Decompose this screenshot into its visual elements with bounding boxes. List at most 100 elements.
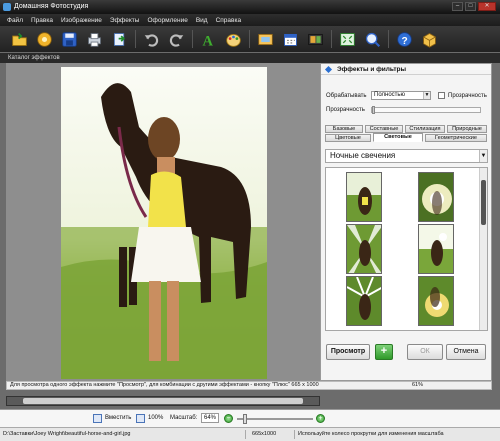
- tab-stylization[interactable]: Стилизация: [405, 125, 445, 133]
- add-effect-button[interactable]: +: [375, 344, 393, 360]
- effect-thumbnail[interactable]: [418, 172, 454, 222]
- status-percent: 61%: [412, 382, 424, 388]
- gallery-scrollbar[interactable]: [479, 168, 487, 330]
- effects-panel: Эффекты и фильтры Обрабатывать Полностью…: [320, 63, 492, 381]
- transparency-label: Прозрачность: [326, 107, 365, 113]
- effect-preview: [347, 277, 381, 325]
- chevron-down-icon: ▼: [479, 150, 487, 162]
- status-hint: Для просмотра одного эффекта нажмите "Пр…: [10, 382, 319, 388]
- undo-button[interactable]: [142, 30, 161, 49]
- text-icon: A: [203, 33, 214, 48]
- text-button[interactable]: A: [199, 30, 218, 49]
- fit-label[interactable]: Вместить: [105, 415, 131, 421]
- zoom-slider-thumb[interactable]: [243, 414, 248, 424]
- actual-size-label[interactable]: 100%: [148, 415, 163, 421]
- process-label: Обрабатывать: [326, 93, 367, 99]
- zoom-in-button[interactable]: +: [316, 414, 325, 423]
- ok-button[interactable]: ОК: [407, 344, 443, 360]
- save-button[interactable]: [60, 30, 79, 49]
- help-icon: ?: [397, 31, 412, 46]
- canvas-horizontal-scrollbar[interactable]: [6, 396, 320, 406]
- tab-natural[interactable]: Природные: [447, 125, 487, 133]
- export-icon: [113, 32, 125, 46]
- zoom-slider[interactable]: [237, 418, 313, 420]
- zoom-out-button[interactable]: −: [224, 414, 233, 423]
- effect-preview: [419, 225, 453, 273]
- cancel-button[interactable]: Отмена: [446, 344, 486, 360]
- calendar-button[interactable]: [281, 30, 300, 49]
- package-button[interactable]: [420, 30, 439, 49]
- transparency-slider-thumb[interactable]: [372, 106, 375, 114]
- preview-button[interactable]: Просмотр: [326, 344, 370, 360]
- title-bar: Домашняя Фотостудия – □ ✕: [0, 0, 500, 14]
- tab-light[interactable]: Световые: [373, 133, 423, 142]
- open-gallery-button[interactable]: [35, 30, 54, 49]
- zoom-hint: Используйте колесо прокрутки для изменен…: [298, 431, 444, 437]
- maximize-button[interactable]: □: [465, 2, 476, 11]
- close-button[interactable]: ✕: [478, 2, 496, 11]
- menu-effects[interactable]: Эффекты: [110, 17, 140, 24]
- horse-and-girl-photo: [61, 67, 267, 379]
- toolbar: A ?: [0, 26, 500, 52]
- scale-label: Масштаб:: [170, 415, 198, 421]
- effect-thumbnail[interactable]: [346, 276, 382, 326]
- effect-thumbnail[interactable]: [418, 224, 454, 274]
- print-button[interactable]: [85, 30, 104, 49]
- frame-button[interactable]: [256, 30, 275, 49]
- image-canvas[interactable]: [6, 63, 320, 381]
- export-button[interactable]: [110, 30, 129, 49]
- fit-screen-button[interactable]: [338, 30, 357, 49]
- effect-dropdown[interactable]: Ночные свечения ▼: [325, 149, 488, 163]
- tab-composite[interactable]: Составные: [365, 125, 403, 133]
- toolbar-separator: [249, 30, 250, 48]
- menu-design[interactable]: Оформление: [147, 17, 187, 24]
- transparency-slider[interactable]: [371, 107, 481, 113]
- menu-edit[interactable]: Правка: [31, 17, 53, 24]
- canvas-scroll-thumb[interactable]: [23, 398, 303, 404]
- help-button[interactable]: ?: [395, 30, 414, 49]
- menu-help[interactable]: Справка: [216, 17, 242, 24]
- effect-preview: [419, 277, 453, 325]
- status-divider: [245, 430, 246, 439]
- open-folder-button[interactable]: [10, 30, 29, 49]
- toolbar-separator: [135, 30, 136, 48]
- fit-icon[interactable]: [93, 414, 102, 423]
- menu-image[interactable]: Изображение: [61, 17, 102, 24]
- bottom-status-bar: D:\Заставки\Joey Wright\beautiful-horse-…: [0, 427, 500, 441]
- scale-input[interactable]: 64%: [201, 413, 219, 423]
- diamond-icon: [324, 65, 333, 74]
- effect-preview: [419, 173, 453, 221]
- redo-button[interactable]: [167, 30, 186, 49]
- tab-geometric[interactable]: Геометрические: [425, 134, 487, 142]
- process-select[interactable]: Полностью ▼: [371, 91, 431, 100]
- status-divider: [294, 430, 295, 439]
- minimize-button[interactable]: –: [452, 2, 463, 11]
- svg-text:?: ?: [402, 35, 408, 46]
- palette-icon: [226, 33, 241, 47]
- fit-screen-icon: [340, 32, 355, 46]
- effect-thumbnail[interactable]: [346, 172, 382, 222]
- menu-bar: Файл Правка Изображение Эффекты Оформлен…: [0, 14, 500, 26]
- zoom-100-button[interactable]: [363, 30, 382, 49]
- effect-thumbnail[interactable]: [346, 224, 382, 274]
- menu-view[interactable]: Вид: [196, 17, 208, 24]
- save-icon: [62, 31, 77, 47]
- calendar-icon: [284, 33, 297, 46]
- chevron-down-icon: ▼: [423, 92, 430, 99]
- collage-button[interactable]: [306, 30, 325, 49]
- effect-thumbnail[interactable]: [418, 276, 454, 326]
- tab-basic[interactable]: Базовые: [325, 125, 363, 133]
- open-gallery-icon: [37, 31, 52, 47]
- window-title: Домашняя Фотостудия: [14, 3, 89, 10]
- palette-button[interactable]: [224, 30, 243, 49]
- actual-size-icon[interactable]: [136, 414, 145, 423]
- package-icon: [423, 32, 436, 48]
- menu-file[interactable]: Файл: [7, 17, 23, 24]
- transparency-checkbox[interactable]: [438, 92, 445, 99]
- toolbar-separator: [192, 30, 193, 48]
- redo-icon: [169, 33, 184, 47]
- tab-color[interactable]: Цветовые: [325, 134, 371, 142]
- zoom-bar: Вместить 100% Масштаб: 64% − +: [0, 409, 500, 427]
- gallery-scroll-thumb[interactable]: [481, 180, 486, 225]
- transparency-check-label: Прозрачность: [448, 93, 487, 99]
